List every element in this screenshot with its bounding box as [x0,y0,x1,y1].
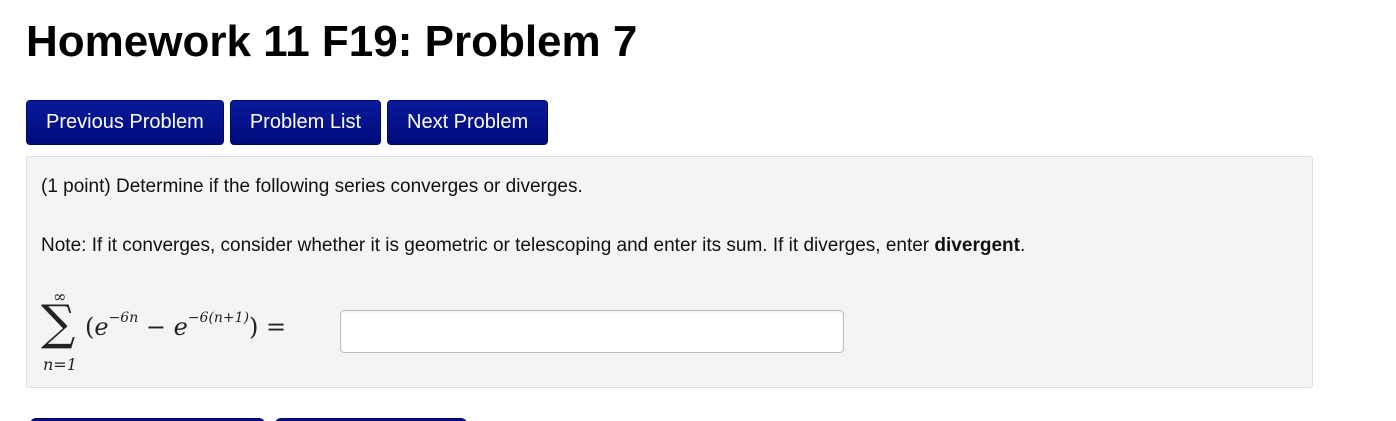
expr-exponent-2: −6(n+1) [187,310,250,326]
page: Homework 11 F19: Problem 7 Previous Prob… [0,0,1396,421]
problem-intro: (1 point) Determine if the following ser… [41,176,583,197]
previous-problem-button[interactable]: Previous Problem [26,100,224,145]
note-suffix: . [1019,235,1026,256]
expr-minus: − [138,313,174,341]
expr-base-2: e [173,313,188,341]
expr-open-paren: ( [85,313,95,341]
page-title: Homework 11 F19: Problem 7 [26,17,638,66]
series-expression: (e−6n − e−6(n+1)) = [85,307,286,342]
answer-input[interactable] [340,310,844,353]
sum-lower-limit: n=1 [43,355,77,374]
expr-exponent-1: −6n [108,310,139,326]
problem-note: Note: If it converges, consider whether … [41,234,1025,258]
expr-equals: = [258,313,287,341]
problem-list-button[interactable]: Problem List [229,100,381,145]
note-keyword: divergent [934,235,1020,256]
expr-base-1: e [94,313,109,341]
next-problem-button[interactable]: Next Problem [387,100,549,145]
problem-navigation: Previous Problem Problem List Next Probl… [26,100,549,145]
problem-panel: (1 point) Determine if the following ser… [26,156,1313,388]
expr-close-paren: ) [249,313,259,341]
sigma-symbol: ∑ [41,295,76,351]
note-text: Note: If it converges, consider whether … [41,235,935,256]
